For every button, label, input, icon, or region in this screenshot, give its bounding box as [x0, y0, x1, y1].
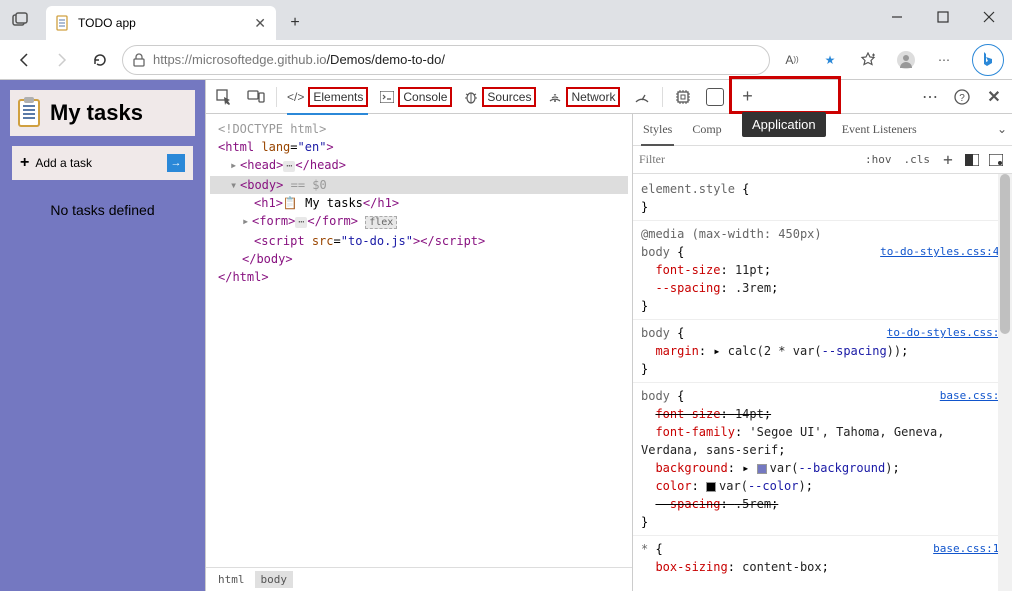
application-icon[interactable]: [699, 82, 731, 112]
inspect-icon[interactable]: [208, 82, 240, 112]
scrollbar-thumb[interactable]: [1000, 174, 1010, 334]
device-icon[interactable]: [240, 82, 272, 112]
crumb-html[interactable]: html: [212, 571, 251, 588]
chevron-down-icon[interactable]: ⌄: [992, 120, 1012, 140]
add-task-submit[interactable]: →: [167, 154, 185, 172]
new-tab-button[interactable]: +: [280, 8, 310, 38]
minimize-button[interactable]: [874, 0, 920, 34]
dom-tree[interactable]: <!DOCTYPE html> <html lang="en"> ▸<head>…: [206, 114, 632, 567]
window-titlebar: TODO app ✕ +: [0, 0, 1012, 40]
tab-console[interactable]: Console: [374, 82, 458, 112]
cpu-icon[interactable]: [667, 82, 699, 112]
read-aloud-icon[interactable]: A)): [776, 44, 808, 76]
crumb-body[interactable]: body: [255, 571, 294, 588]
bug-icon: [464, 90, 478, 104]
elements-panel: <!DOCTYPE html> <html lang="en"> ▸<head>…: [206, 114, 633, 591]
help-icon[interactable]: ?: [946, 82, 978, 112]
performance-icon[interactable]: [626, 82, 658, 112]
add-task-label: Add a task: [35, 156, 92, 170]
tab-elements[interactable]: </> Elements: [281, 82, 374, 112]
lock-icon: [133, 53, 145, 67]
clipboard-icon: [18, 99, 40, 127]
browser-toolbar: https://microsoftedge.github.io/Demos/de…: [0, 40, 1012, 80]
devtools-panel: </> Elements Console Sources Network + ⋯: [205, 80, 1012, 591]
address-bar[interactable]: https://microsoftedge.github.io/Demos/de…: [122, 45, 770, 75]
app-heading: My tasks: [10, 90, 195, 136]
refresh-button[interactable]: [84, 44, 116, 76]
styles-panel: Styles Comp Event Listeners ⌄ :hov .cls …: [633, 114, 1012, 591]
app-panel: My tasks + Add a task → No tasks defined: [0, 80, 205, 591]
hov-button[interactable]: :hov: [861, 153, 896, 166]
styles-filter-bar: :hov .cls +: [633, 146, 1012, 174]
highlight-frame: [729, 76, 841, 114]
more-tools-icon[interactable]: ⋯: [914, 82, 946, 112]
more-icon[interactable]: ⋯: [928, 44, 960, 76]
devtools-tabbar: </> Elements Console Sources Network + ⋯: [206, 80, 1012, 114]
svg-text:?: ?: [959, 93, 965, 104]
maximize-button[interactable]: [920, 0, 966, 34]
computed-toggle-icon[interactable]: [962, 150, 982, 170]
tab-title: TODO app: [78, 16, 136, 30]
no-tasks-text: No tasks defined: [0, 202, 205, 218]
bing-icon[interactable]: [972, 44, 1004, 76]
breadcrumb[interactable]: html body: [206, 567, 632, 591]
filter-input[interactable]: [639, 152, 857, 167]
profile-icon[interactable]: [890, 44, 922, 76]
rendering-icon[interactable]: [986, 150, 1006, 170]
code-icon: </>: [287, 90, 304, 104]
plus-icon: +: [20, 154, 29, 172]
url-text: https://microsoftedge.github.io/Demos/de…: [153, 52, 445, 67]
tooltip-application: Application: [742, 112, 826, 137]
page-title: My tasks: [50, 100, 143, 126]
back-button[interactable]: [8, 44, 40, 76]
tab-styles[interactable]: Styles: [633, 115, 682, 145]
forward-button[interactable]: [46, 44, 78, 76]
favorite-icon[interactable]: ★: [814, 44, 846, 76]
source-link[interactable]: base.css:15: [933, 540, 1006, 558]
browser-tab[interactable]: TODO app ✕: [46, 6, 276, 40]
tab-computed[interactable]: Comp: [682, 115, 731, 145]
close-window-button[interactable]: [966, 0, 1012, 34]
scrollbar[interactable]: [998, 174, 1012, 591]
tab-event-listeners[interactable]: Event Listeners: [832, 115, 927, 145]
document-icon: [56, 15, 70, 31]
add-task-bar[interactable]: + Add a task →: [12, 146, 193, 180]
close-tab-icon[interactable]: ✕: [254, 15, 266, 32]
source-link[interactable]: to-do-styles.css:1: [887, 324, 1006, 342]
network-icon: [548, 91, 562, 103]
tab-network[interactable]: Network: [542, 82, 626, 112]
console-icon: [380, 91, 394, 103]
css-rules[interactable]: element.style {} @media (max-width: 450p…: [633, 174, 1012, 591]
collections-icon[interactable]: [852, 44, 884, 76]
new-rule-icon[interactable]: +: [938, 150, 958, 170]
tab-actions-icon[interactable]: [0, 0, 40, 40]
source-link[interactable]: to-do-styles.css:40: [880, 243, 1006, 261]
close-devtools-icon[interactable]: ✕: [978, 82, 1010, 112]
tab-sources[interactable]: Sources: [458, 82, 542, 112]
cls-button[interactable]: .cls: [900, 153, 935, 166]
source-link[interactable]: base.css:1: [940, 387, 1006, 405]
